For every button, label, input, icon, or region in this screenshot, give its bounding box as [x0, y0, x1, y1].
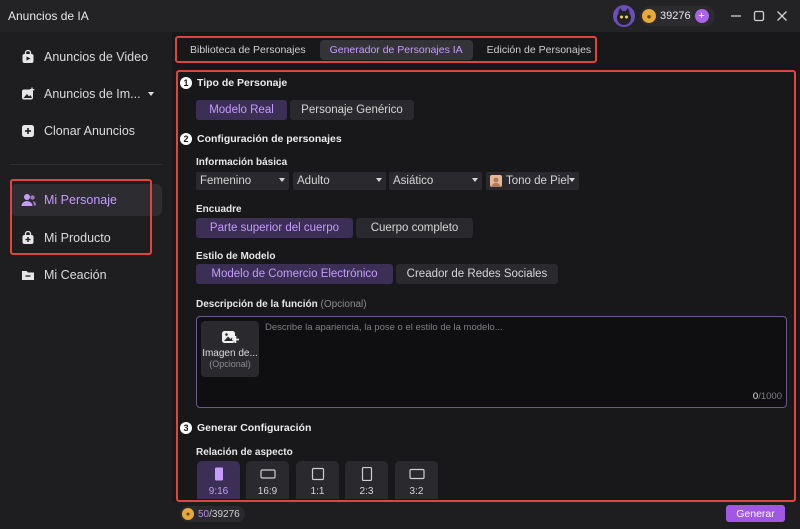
- ratio-1-1[interactable]: 1:1: [296, 461, 339, 499]
- generate-button[interactable]: Generar: [726, 505, 785, 522]
- section-character-config-title: 2 Configuración de personajes: [180, 133, 342, 145]
- sidebar-item-label: Mi Producto: [44, 231, 111, 245]
- ratio-9-16[interactable]: 9:16: [197, 461, 240, 499]
- ethnicity-value: Asiático: [393, 175, 434, 187]
- upload-optional: (Opcional): [209, 359, 251, 369]
- optional-tag: (Opcional): [320, 299, 367, 310]
- credits-badge[interactable]: ● 39276 +: [640, 6, 715, 26]
- landscape-ratio-icon: [408, 468, 425, 480]
- title-bar: Anuncios de IA ● 39276 +: [0, 0, 800, 32]
- chevron-down-icon: [376, 178, 382, 182]
- shopping-bag-icon: [20, 230, 36, 246]
- credits-used: 50: [198, 508, 210, 520]
- portrait-ratio-icon: [361, 467, 372, 481]
- sidebar-item-label: Mi Ceación: [44, 268, 107, 282]
- char-counter: 0/1000: [753, 391, 782, 402]
- image-add-icon: [221, 329, 239, 345]
- tab-character-editing[interactable]: Edición de Personajes: [477, 40, 601, 60]
- credits-value: 39276: [660, 10, 691, 22]
- char-max: /1000: [758, 391, 782, 402]
- chevron-down-icon: [569, 178, 575, 182]
- option-social-creator[interactable]: Creador de Redes Sociales: [396, 264, 558, 284]
- model-style-label: Estilo de Modelo: [196, 251, 276, 262]
- section-character-type-title: 1 Tipo de Personaje: [180, 77, 287, 89]
- video-bag-icon: [20, 49, 36, 65]
- square-ratio-icon: [311, 467, 324, 481]
- chevron-down-icon: [148, 92, 154, 96]
- cat-avatar-icon: [617, 8, 631, 25]
- framing-label: Encuadre: [196, 204, 242, 215]
- sidebar-item-video-ads[interactable]: Anuncios de Video: [10, 41, 162, 73]
- coin-icon: ●: [642, 9, 656, 23]
- tab-bar: Biblioteca de Personajes Generador de Pe…: [180, 39, 601, 61]
- basic-info-label: Información básica: [196, 157, 288, 168]
- portrait-ratio-icon: [214, 467, 223, 481]
- description-placeholder: Describe la apariencia, la pose o el est…: [265, 322, 503, 333]
- step-number: 3: [180, 422, 192, 434]
- gender-value: Femenino: [200, 175, 252, 187]
- ratio-label: 1:1: [310, 486, 325, 497]
- folder-icon: [20, 267, 36, 283]
- option-ecommerce-model[interactable]: Modelo de Comercio Electrónico: [196, 264, 393, 284]
- gender-select[interactable]: Femenino: [196, 172, 289, 190]
- step-number: 2: [180, 133, 192, 145]
- skin-tone-swatch-icon: [490, 175, 502, 187]
- coin-icon: ●: [182, 508, 194, 520]
- description-textarea[interactable]: Imagen de... (Opcional) Describe la apar…: [196, 316, 787, 408]
- landscape-ratio-icon: [259, 469, 276, 479]
- app-title: Anuncios de IA: [8, 9, 89, 23]
- option-upper-body[interactable]: Parte superior del cuerpo: [196, 218, 353, 238]
- description-label: Descripción de la función (Opcional): [196, 299, 367, 310]
- skin-tone-select[interactable]: Tono de Piel: [486, 172, 579, 190]
- credits-total: /39276: [209, 508, 240, 520]
- ratio-label: 3:2: [409, 486, 424, 497]
- section-title-text: Generar Configuración: [197, 422, 312, 434]
- chevron-down-icon: [472, 178, 478, 182]
- sidebar-item-image-ads[interactable]: Anuncios de Im...: [10, 78, 162, 110]
- users-icon: [20, 192, 36, 208]
- clone-plus-icon: [20, 123, 36, 139]
- sidebar-item-label: Clonar Anuncios: [44, 124, 136, 138]
- section-generate-config-title: 3 Generar Configuración: [180, 422, 311, 434]
- ratio-label: 2:3: [359, 486, 374, 497]
- sidebar-divider: [10, 164, 162, 165]
- section-title-text: Configuración de personajes: [197, 133, 342, 145]
- add-credits-icon[interactable]: +: [694, 9, 709, 23]
- credit-usage: ● 50/39276: [180, 506, 245, 522]
- skin-tone-value: Tono de Piel: [506, 175, 570, 187]
- age-select[interactable]: Adulto: [293, 172, 386, 190]
- ratio-16-9[interactable]: 16:9: [246, 461, 289, 499]
- option-generic-character[interactable]: Personaje Genérico: [290, 100, 414, 120]
- ratio-label: 9:16: [208, 486, 229, 497]
- sidebar-item-label: Anuncios de Im...: [44, 87, 141, 101]
- age-value: Adulto: [297, 175, 330, 187]
- maximize-icon[interactable]: [751, 8, 767, 24]
- option-real-model[interactable]: Modelo Real: [196, 100, 287, 120]
- ratio-2-3[interactable]: 2:3: [345, 461, 388, 499]
- sidebar-item-my-creation[interactable]: Mi Ceación: [10, 259, 162, 291]
- image-add-icon: [20, 86, 36, 102]
- sidebar-item-my-character[interactable]: Mi Personaje: [10, 184, 162, 216]
- tab-character-library[interactable]: Biblioteca de Personajes: [180, 40, 316, 60]
- footer-bar: [172, 502, 800, 529]
- close-icon[interactable]: [774, 8, 790, 24]
- tab-ai-character-generator[interactable]: Generador de Personajes IA: [319, 40, 473, 60]
- aspect-ratio-label: Relación de aspecto: [196, 447, 293, 458]
- ratio-3-2[interactable]: 3:2: [395, 461, 438, 499]
- sidebar-item-clone-ads[interactable]: Clonar Anuncios: [10, 115, 162, 147]
- ratio-label: 16:9: [257, 486, 278, 497]
- upload-label: Imagen de...: [202, 348, 258, 359]
- sidebar-item-my-product[interactable]: Mi Producto: [10, 222, 162, 254]
- section-title-text: Tipo de Personaje: [197, 77, 288, 89]
- description-label-text: Descripción de la función: [196, 299, 318, 310]
- image-upload-tile[interactable]: Imagen de... (Opcional): [201, 321, 259, 377]
- chevron-down-icon: [279, 178, 285, 182]
- ethnicity-select[interactable]: Asiático: [389, 172, 482, 190]
- minimize-icon[interactable]: [728, 8, 744, 24]
- sidebar-item-label: Mi Personaje: [44, 193, 117, 207]
- sidebar-item-label: Anuncios de Video: [44, 50, 149, 64]
- option-full-body[interactable]: Cuerpo completo: [356, 218, 473, 238]
- user-avatar[interactable]: [613, 5, 635, 27]
- step-number: 1: [180, 77, 192, 89]
